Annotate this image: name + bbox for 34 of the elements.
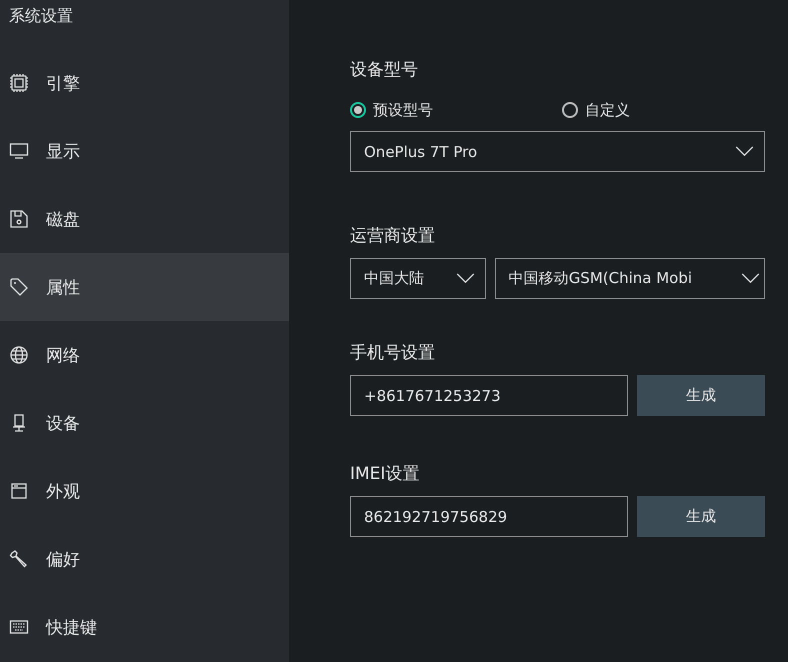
phone-number-field[interactable]: +8617671253273 — [350, 375, 628, 416]
sidebar-item[interactable]: 外观 — [0, 457, 289, 525]
imei-field[interactable]: 862192719756829 — [350, 496, 628, 537]
radio-option[interactable]: 自定义 — [562, 100, 630, 120]
wrench-icon — [9, 549, 29, 569]
sidebar-item[interactable]: 设备 — [0, 389, 289, 457]
sidebar-item[interactable]: 快捷键 — [0, 593, 289, 661]
section-title: 手机号设置 — [350, 342, 436, 365]
section-title: 运营商设置 — [350, 225, 436, 248]
sidebar-item[interactable]: 偏好 — [0, 525, 289, 593]
radio-option[interactable]: 预设型号 — [350, 100, 562, 120]
generate-button[interactable]: 生成 — [637, 375, 765, 416]
radio-button[interactable] — [350, 102, 366, 118]
sidebar-item[interactable]: 引擎 — [0, 49, 289, 117]
chevron-down-icon — [456, 273, 475, 284]
sidebar-item[interactable]: 属性 — [0, 253, 289, 321]
chevron-down-icon — [741, 273, 760, 284]
model-dropdown[interactable]: OnePlus 7T Pro — [350, 131, 765, 172]
sidebar-item[interactable]: 网络 — [0, 321, 289, 389]
sidebar-item[interactable]: 磁盘 — [0, 185, 289, 253]
monitor-icon — [9, 141, 29, 161]
tag-icon — [9, 277, 29, 297]
sidebar-item[interactable]: 显示 — [0, 117, 289, 185]
section-title: 设备型号 — [350, 59, 419, 82]
sidebar-title: 系统设置 — [8, 5, 74, 27]
radio-button[interactable] — [562, 102, 578, 118]
chip-icon — [9, 73, 29, 93]
globe-icon — [9, 345, 29, 365]
region-dropdown[interactable]: 中国大陆 — [350, 258, 486, 299]
operator-dropdown[interactable]: 中国移动GSM(China Mobi — [494, 258, 765, 299]
window-icon — [9, 481, 29, 501]
generate-button[interactable]: 生成 — [637, 496, 765, 537]
chevron-down-icon — [735, 146, 754, 157]
section-title: IMEI设置 — [350, 463, 420, 486]
